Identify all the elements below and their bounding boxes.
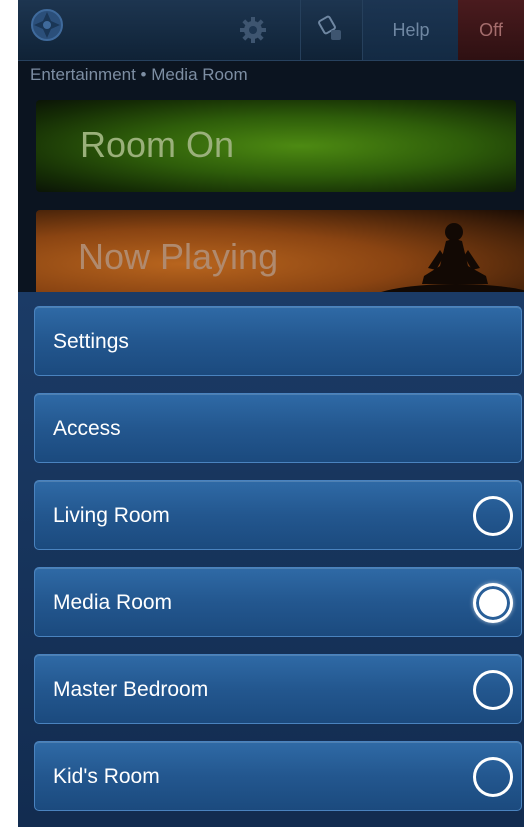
meditation-silhouette-icon xyxy=(376,223,524,300)
now-playing-tile[interactable]: Now Playing xyxy=(36,210,524,300)
radio-button[interactable] xyxy=(473,496,513,536)
room-item-media-room[interactable]: Media Room xyxy=(34,567,522,637)
room-item-master-bedroom[interactable]: Master Bedroom xyxy=(34,654,522,724)
room-item-label: Media Room xyxy=(53,591,173,614)
now-playing-label: Now Playing xyxy=(78,236,279,277)
top-bar: Help Off xyxy=(18,0,524,61)
room-item-living-room[interactable]: Living Room xyxy=(34,480,522,550)
room-item-label: Master Bedroom xyxy=(53,678,209,701)
room-item-kids-room[interactable]: Kid's Room xyxy=(34,741,522,811)
settings-button[interactable]: Settings xyxy=(34,306,522,376)
app-logo-icon[interactable] xyxy=(30,8,64,42)
remote-icon xyxy=(318,15,341,40)
breadcrumb: Entertainment • Media Room xyxy=(30,65,248,84)
off-button[interactable]: Off xyxy=(458,0,524,60)
help-button[interactable]: Help xyxy=(362,0,459,60)
room-item-label: Kid's Room xyxy=(53,765,160,788)
access-button[interactable]: Access xyxy=(34,393,522,463)
room-on-tile[interactable]: Room On xyxy=(36,100,516,192)
gear-icon xyxy=(240,17,266,43)
app-screen: Help Off Entertainment • Media Room Room… xyxy=(18,0,524,827)
radio-button[interactable] xyxy=(473,757,513,797)
access-label: Access xyxy=(53,417,121,440)
room-menu-panel: Settings Access Living Room Media Room M… xyxy=(18,292,524,827)
settings-gear-button[interactable] xyxy=(228,0,278,60)
room-on-label: Room On xyxy=(80,124,235,165)
radio-button-selected[interactable] xyxy=(473,583,513,623)
radio-button[interactable] xyxy=(473,670,513,710)
remote-button[interactable] xyxy=(300,0,361,60)
settings-label: Settings xyxy=(53,330,129,353)
room-item-label: Living Room xyxy=(53,504,170,527)
